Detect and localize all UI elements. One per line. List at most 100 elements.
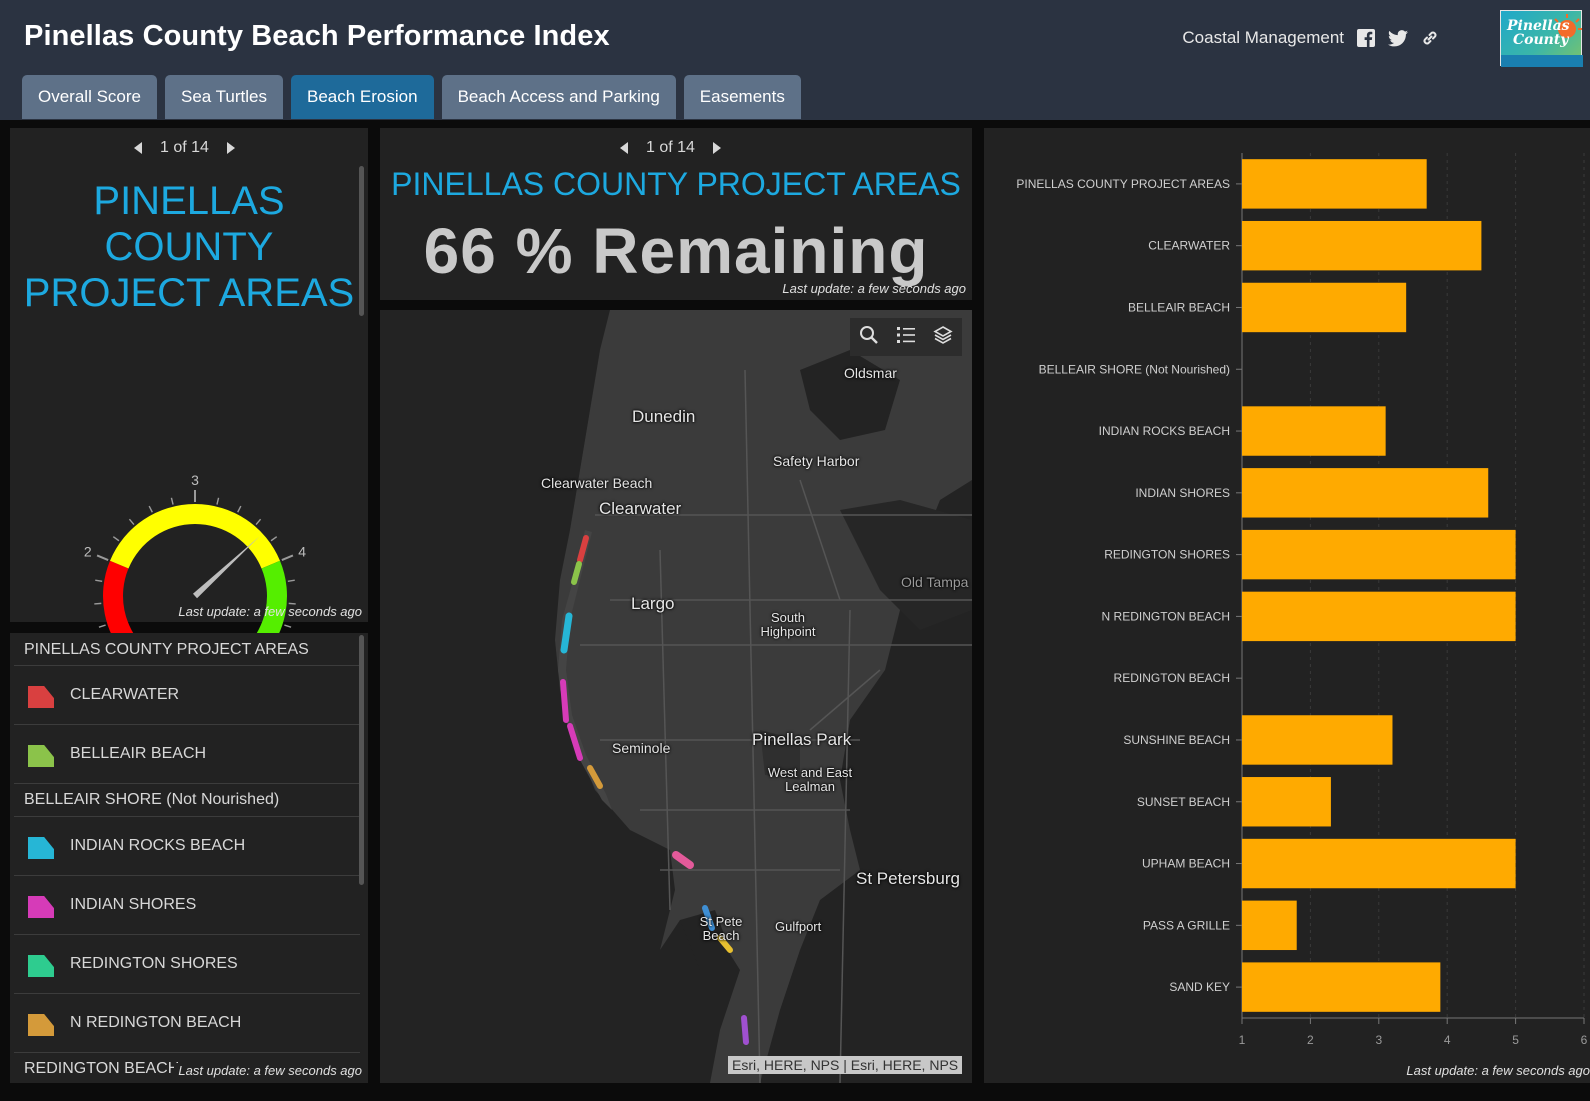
gauge-tick [255,518,262,525]
link-icon[interactable] [1420,28,1440,48]
y-tick-label: INDIAN ROCKS BEACH [1099,424,1230,438]
previous-arrow-icon[interactable] [134,142,142,154]
legend-last-update: Last update: a few seconds ago [174,1063,362,1078]
legend-label: BELLEAIR BEACH [70,745,207,762]
tab-overall-score[interactable]: Overall Score [22,75,157,119]
previous-arrow-icon[interactable] [620,142,628,154]
gauge-tick [112,536,120,542]
gauge-title-line2: COUNTY [104,225,274,269]
gauge-scale-label: 4 [298,544,306,560]
legend-label: INDIAN SHORES [70,896,197,913]
chart-last-update: Last update: a few seconds ago [1406,1063,1590,1078]
bar[interactable] [1242,838,1516,889]
gauge-scale-label: 2 [84,544,92,560]
bar[interactable] [1242,900,1297,951]
map-attribution[interactable]: Esri, HERE, NPS | Esri, HERE, NPS [728,1056,963,1074]
y-tick-label: PINELLAS COUNTY PROJECT AREAS [1016,177,1230,191]
tab-beach-erosion[interactable]: Beach Erosion [290,75,434,119]
y-tick-label: BELLEAIR SHORE (Not Nourished) [1039,362,1230,376]
twitter-icon[interactable] [1388,28,1408,48]
gauge-pager-text: 1 of 14 [160,139,209,156]
pinellas-county-logo[interactable]: Pinellas County [1500,10,1583,67]
map-label: West and East Lealman [767,765,853,794]
map-label: Oldsmar [844,365,897,381]
bar[interactable] [1242,159,1427,209]
map-label: Clearwater [599,499,682,518]
map-label: Dunedin [632,407,696,426]
bar[interactable] [1242,715,1393,765]
legend-label: REDINGTON SHORES [70,955,238,972]
kpi-pager: 1 of 14 [620,139,721,157]
bar[interactable] [1242,282,1407,333]
legend-label: INDIAN ROCKS BEACH [70,837,246,854]
kpi-pager-text: 1 of 14 [646,139,695,156]
search-icon[interactable] [859,325,879,350]
legend-item-redington-shores: REDINGTON SHORES [14,934,360,993]
legend-swatch [28,896,54,918]
bar[interactable] [1242,529,1516,580]
legend-item-indian-shores: INDIAN SHORES [14,875,360,934]
gauge-tick [148,505,153,513]
tab-beach-access-and-parking[interactable]: Beach Access and Parking [441,75,676,119]
header-links: Coastal Management [1182,28,1440,48]
tab-sea-turtles[interactable]: Sea Turtles [164,75,283,119]
next-arrow-icon[interactable] [226,142,235,154]
bar[interactable] [1242,220,1482,271]
gauge-tick [216,497,220,505]
x-tick-label: 2 [1307,1033,1314,1047]
next-arrow-icon[interactable] [712,142,721,154]
kpi-last-update: Last update: a few seconds ago [782,281,966,296]
y-tick-label: SAND KEY [1169,980,1230,994]
map-panel[interactable]: Oldsmar Dunedin Safety Harbor Clearwater… [380,310,972,1083]
logo-text: Pinellas County [1507,19,1570,47]
legend-label: N REDINGTON BEACH [70,1014,242,1031]
gauge-needle [192,536,260,599]
gauge-tick [128,518,135,525]
bar[interactable] [1242,962,1441,1012]
y-tick-label: PASS A GRILLE [1143,918,1230,932]
basemap-layers-icon[interactable] [933,325,953,350]
legend-item-belleair-beach: BELLEAIR BEACH [14,724,360,783]
legend-scrollbar[interactable] [359,635,364,885]
layer-list-icon[interactable] [896,325,916,350]
gauge-tick [284,624,292,628]
bar[interactable] [1242,777,1331,827]
app-header: Pinellas County Beach Performance Index … [0,0,1590,120]
gauge-last-update: Last update: a few seconds ago [178,604,362,619]
legend-swatch [28,745,54,767]
gauge-tick [96,554,109,561]
gauge-scale-label: 3 [191,472,199,488]
y-tick-label: N REDINGTON BEACH [1102,609,1230,623]
x-tick-label: 5 [1512,1033,1519,1047]
kpi-title: PINELLAS COUNTY PROJECT AREAS [391,166,961,202]
kpi-panel: 1 of 14 PINELLAS COUNTY PROJECT AREAS 66… [380,128,972,300]
tab-bar: Overall Score Sea Turtles Beach Erosion … [22,75,801,119]
x-tick-label: 3 [1375,1033,1382,1047]
logo-text-line2: County [1513,32,1569,48]
map-label: St Petersburg [856,869,960,888]
y-tick-label: SUNSET BEACH [1137,795,1230,809]
bar[interactable] [1242,406,1386,456]
gauge-title: PINELLAS COUNTY PROJECT AREAS [10,178,368,316]
bar-chart-panel: 1 2 3 4 5 6 PINELLAS COUNTY PROJECT AREAS CLEAR… [984,128,1590,1083]
gauge-title-line1: PINELLAS [93,179,285,223]
y-tick-label: CLEARWATER [1148,239,1230,253]
facebook-icon[interactable] [1356,28,1376,48]
legend-label: REDINGTON BEACH [24,1060,180,1077]
bar[interactable] [1242,468,1489,518]
legend-list: CLEARWATER BELLEAIR BEACH BELLEAIR SHORE… [14,665,360,1083]
legend-label: BELLEAIR SHORE (Not Nourished) [24,791,280,808]
y-tick-label: REDINGTON SHORES [1104,548,1230,562]
bar-chart: 1 2 3 4 5 6 PINELLAS COUNTY PROJECT AREAS CLEAR… [1016,153,1588,1047]
y-tick-label: REDINGTON BEACH [1114,671,1230,685]
legend-swatch [28,955,54,977]
gauge-tick [98,624,106,628]
map-label: Clearwater Beach [541,475,653,491]
map-label: Safety Harbor [773,453,860,469]
gauge-band [110,504,280,569]
gauge-tick [237,505,242,513]
coastal-management-link[interactable]: Coastal Management [1182,28,1344,48]
bar[interactable] [1242,591,1516,642]
x-tick-label: 4 [1444,1033,1451,1047]
tab-easements[interactable]: Easements [683,75,801,119]
